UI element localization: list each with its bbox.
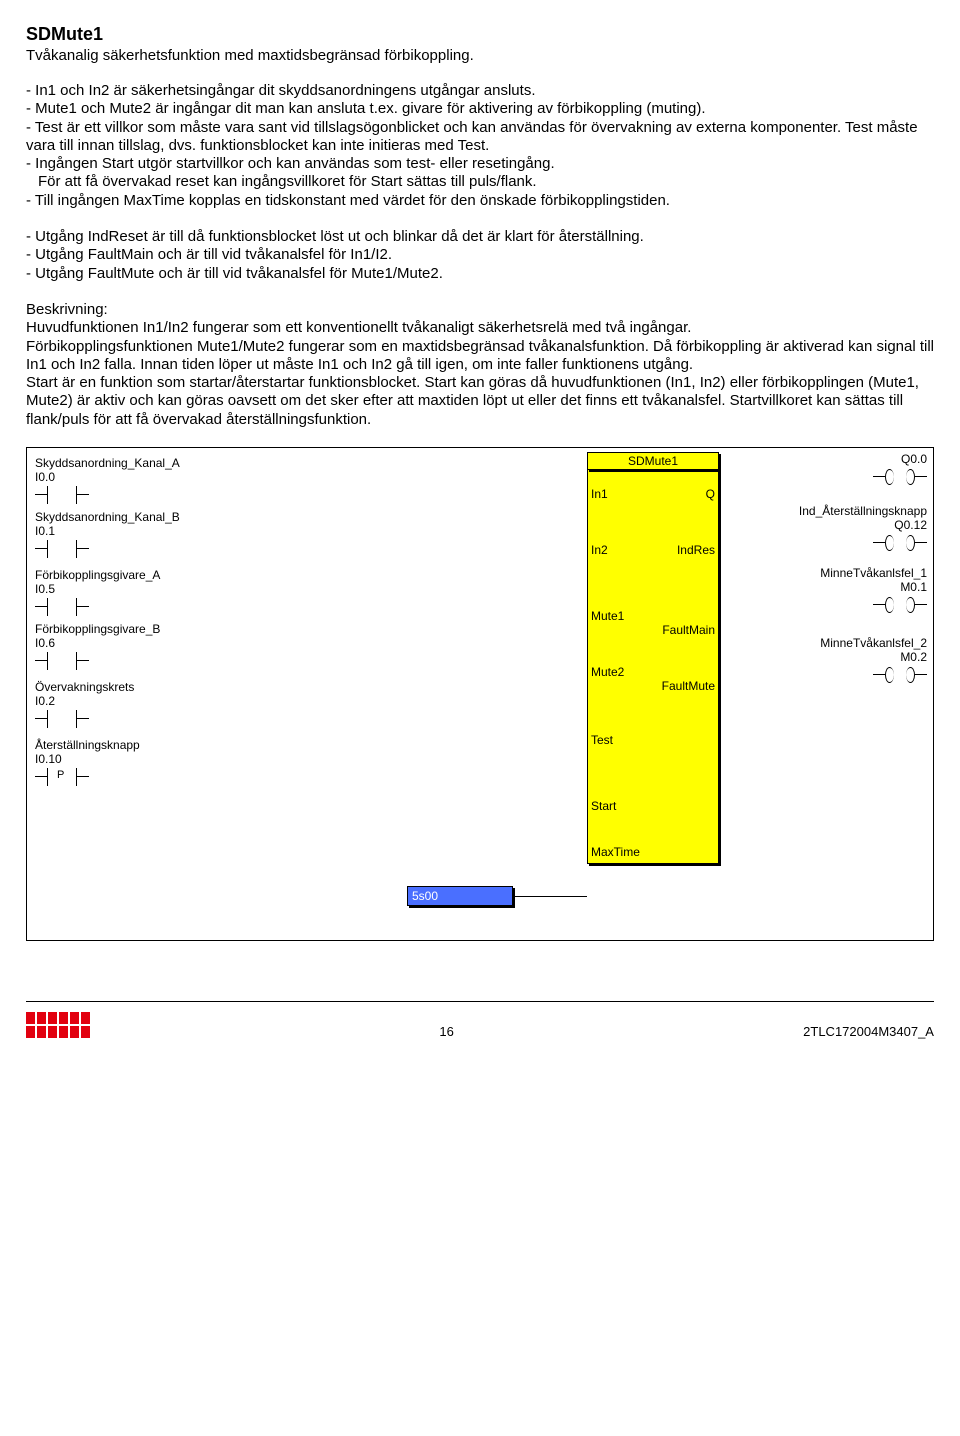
signal-addr: M0.2 [717,650,927,664]
para-line: - Utgång FaultMute och är till vid tvåka… [26,265,934,283]
ladder-diagram: SDMute1 In1 In2 Mute1 Mute2 Test Start M… [26,447,934,941]
output-row: Ind_Återställningsknapp Q0.12 [717,504,927,566]
para-line: - Till ingången MaxTime kopplas en tidsk… [26,192,934,210]
coil-icon [873,469,927,485]
desc-heading: Beskrivning: [26,301,934,319]
signal-addr: I0.5 [35,582,235,596]
signal-name: Övervakningskrets [35,680,235,694]
signal-name: MinneTvåkanlsfel_2 [717,636,927,650]
coil-icon [873,597,927,613]
para-line: - Ingången Start utgör startvillkor och … [26,155,934,173]
para-line: Start är en funktion som startar/återsta… [26,374,934,429]
fb-pin-test: Test [591,733,613,747]
fb-title: SDMute1 [587,452,719,470]
abb-logo [26,1008,90,1039]
signal-addr: I0.2 [35,694,235,708]
para-line: Förbikopplingsfunktionen Mute1/Mute2 fun… [26,338,934,375]
output-row: MinneTvåkanlsfel_1 M0.1 [717,566,927,636]
page-footer: 16 2TLC172004M3407_A [26,1001,934,1039]
signal-addr: M0.1 [717,580,927,594]
fb-pin-start: Start [591,799,616,813]
contact-icon [35,598,89,616]
fb-pin-faultmute: FaultMute [662,679,715,693]
fb-pin-indres: IndRes [677,543,715,557]
signal-name: Återställningsknapp [35,738,235,752]
doc-id: 2TLC172004M3407_A [803,1024,934,1039]
fb-pin-in2: In2 [591,543,608,557]
fb-pin-faultmain: FaultMain [662,623,715,637]
para-line: Huvudfunktionen In1/In2 fungerar som ett… [26,319,934,337]
fb-pin-in1: In1 [591,487,608,501]
output-rail: Q0.0 Ind_Återställningsknapp Q0.12 Minne… [717,452,927,684]
fb-pin-maxtime: MaxTime [591,845,640,859]
signal-addr: I0.10 [35,752,235,766]
paragraph-outputs: - Utgång IndReset är till då funktionsbl… [26,228,934,283]
input-row: Förbikopplingsgivare_B I0.6 [35,622,415,670]
contact-icon [35,486,89,504]
coil-icon [873,535,927,551]
signal-name: Förbikopplingsgivare_B [35,622,235,636]
pulse-label: P [57,769,64,781]
signal-addr: Q0.0 [717,452,927,466]
signal-name: Ind_Återställningsknapp [717,504,927,518]
signal-addr: I0.6 [35,636,235,650]
input-row: Återställningsknapp I0.10 P [35,738,415,786]
fb-pin-q: Q [706,487,715,501]
signal-addr: Q0.12 [717,518,927,532]
para-line: - Utgång FaultMain och är till vid tvåka… [26,246,934,264]
page-title: SDMute1 [26,24,934,45]
contact-icon [35,652,89,670]
para-line: - Utgång IndReset är till då funktionsbl… [26,228,934,246]
input-row: Förbikopplingsgivare_A I0.5 [35,568,415,616]
para-line: För att få övervakad reset kan ingångsvi… [26,173,934,191]
signal-name: Förbikopplingsgivare_A [35,568,235,582]
para-line: - In1 och In2 är säkerhetsingångar dit s… [26,82,934,100]
signal-addr: I0.0 [35,470,235,484]
fb-pin-mute2: Mute2 [591,665,624,679]
page-number: 16 [439,1024,453,1039]
page-subtitle: Tvåkanalig säkerhetsfunktion med maxtids… [26,47,934,64]
output-row: MinneTvåkanlsfel_2 M0.2 [717,636,927,684]
maxtime-constant: 5s00 [407,886,513,906]
wire [513,896,587,897]
input-row: Skyddsanordning_Kanal_A I0.0 [35,456,415,504]
contact-pulse-icon: P [35,768,89,786]
paragraph-description: Beskrivning: Huvudfunktionen In1/In2 fun… [26,301,934,429]
signal-name: MinneTvåkanlsfel_1 [717,566,927,580]
para-line: - Mute1 och Mute2 är ingångar dit man ka… [26,100,934,118]
input-row: Övervakningskrets I0.2 [35,680,415,728]
contact-icon [35,540,89,558]
input-rail: Skyddsanordning_Kanal_A I0.0 Skyddsanord… [35,456,415,786]
para-line: - Test är ett villkor som måste vara san… [26,119,934,156]
signal-name: Skyddsanordning_Kanal_B [35,510,235,524]
function-block: SDMute1 In1 In2 Mute1 Mute2 Test Start M… [587,452,719,864]
signal-name: Skyddsanordning_Kanal_A [35,456,235,470]
output-row: Q0.0 [717,452,927,504]
fb-pin-mute1: Mute1 [591,609,624,623]
contact-icon [35,710,89,728]
signal-addr: I0.1 [35,524,235,538]
coil-icon [873,667,927,683]
paragraph-inputs: - In1 och In2 är säkerhetsingångar dit s… [26,82,934,210]
input-row: Skyddsanordning_Kanal_B I0.1 [35,510,415,558]
